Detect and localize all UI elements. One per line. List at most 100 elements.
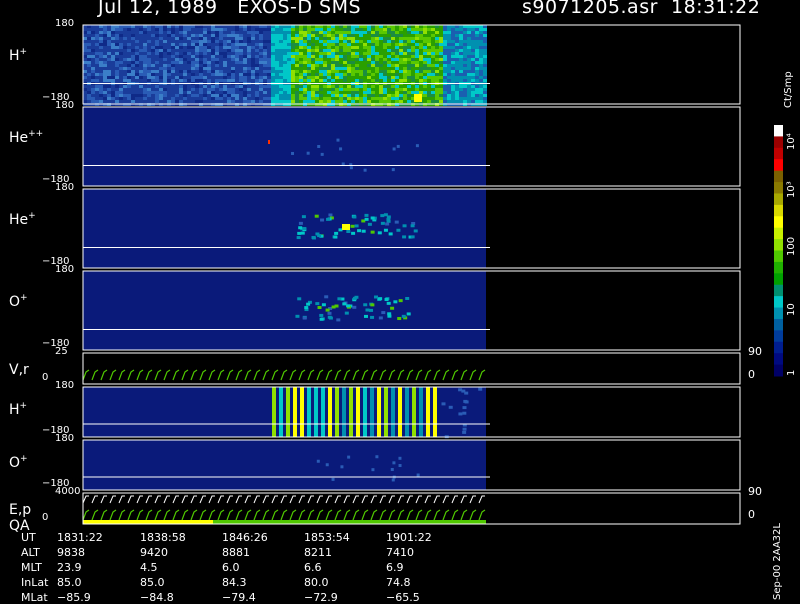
h-plus-cell xyxy=(167,61,171,64)
h-plus-cell xyxy=(163,100,167,103)
h-plus-cell xyxy=(119,37,123,40)
h-plus-cell xyxy=(199,61,203,64)
h-plus-2-bar xyxy=(321,387,325,437)
h-plus-cell xyxy=(483,67,487,70)
h-plus-cell xyxy=(239,100,243,103)
he-plus-plus-speck xyxy=(320,152,324,156)
h-plus-cell xyxy=(459,43,463,46)
colorbar-swatch xyxy=(774,227,783,240)
h-plus-cell xyxy=(163,88,167,91)
h-plus-cell xyxy=(395,88,399,91)
h-plus-cell xyxy=(103,94,107,97)
h-plus-cell xyxy=(199,100,203,103)
h-plus-cell xyxy=(367,37,371,40)
h-plus-cell xyxy=(251,100,255,103)
h-plus-cell xyxy=(355,34,359,37)
h-plus-cell xyxy=(251,70,255,73)
h-plus-cell xyxy=(135,67,139,70)
h-plus-cell xyxy=(347,34,351,37)
h-plus-cell xyxy=(291,64,295,67)
h-plus-cell xyxy=(267,61,271,64)
h-plus-cell xyxy=(327,67,331,70)
h-plus-cell xyxy=(387,79,391,82)
h-plus-cell xyxy=(287,34,291,37)
h-plus-cell xyxy=(111,91,115,94)
h-plus-cell xyxy=(395,76,399,79)
h-plus-cell xyxy=(299,64,303,67)
h-plus-cell xyxy=(179,49,183,52)
h-plus-cell xyxy=(115,46,119,49)
h-plus-cell xyxy=(143,49,147,52)
h-plus-cell xyxy=(239,76,243,79)
h-plus-cell xyxy=(419,85,423,88)
h-plus-cell xyxy=(115,31,119,34)
h-plus-cell xyxy=(203,67,207,70)
h-plus-cell xyxy=(279,91,283,94)
h-plus-cell xyxy=(287,61,291,64)
colorbar-swatch xyxy=(774,296,783,309)
h-plus-cell xyxy=(283,88,287,91)
h-plus-cell xyxy=(299,58,303,61)
h-plus-cell xyxy=(471,91,475,94)
h-plus-cell xyxy=(291,97,295,100)
h-plus-cell xyxy=(135,49,139,52)
o-plus-blob xyxy=(374,295,379,299)
h-plus-cell xyxy=(255,67,259,70)
h-plus-cell xyxy=(155,70,159,73)
h-plus-cell xyxy=(411,58,415,61)
h-plus-cell xyxy=(147,55,151,58)
orbit-value: 8881 xyxy=(222,546,250,559)
h-plus-cell xyxy=(407,94,411,97)
h-plus-cell xyxy=(191,43,195,46)
o-plus-blob xyxy=(327,315,332,319)
h-plus-cell xyxy=(103,37,107,40)
h-plus-cell xyxy=(303,34,307,37)
h-plus-cell xyxy=(443,97,447,100)
h-plus-cell xyxy=(223,46,227,49)
h-plus-cell xyxy=(391,49,395,52)
h-plus-cell xyxy=(143,97,147,100)
h-plus-cell xyxy=(203,91,207,94)
h-plus-cell xyxy=(335,85,339,88)
h-plus-cell xyxy=(295,76,299,79)
h-plus-cell xyxy=(163,43,167,46)
h-plus-cell xyxy=(315,97,319,100)
v-r-right-top: 90 xyxy=(748,345,762,358)
h-plus-cell xyxy=(239,49,243,52)
h-plus-2-speck xyxy=(464,391,469,395)
h-plus-cell xyxy=(99,76,103,79)
h-plus-cell xyxy=(227,34,231,37)
he-plus-blob xyxy=(410,235,415,239)
o-plus-blob xyxy=(386,301,391,305)
he-plus-plus-speck xyxy=(391,168,395,172)
h-plus-cell xyxy=(151,37,155,40)
h-plus-cell xyxy=(367,70,371,73)
h-plus-cell xyxy=(83,34,87,37)
h-plus-cell xyxy=(267,64,271,67)
h-plus-cell xyxy=(235,67,239,70)
h-plus-cell xyxy=(167,49,171,52)
h-plus-cell xyxy=(151,88,155,91)
orbit-value: 7410 xyxy=(386,546,414,559)
h-plus-cell xyxy=(243,34,247,37)
h-plus-cell xyxy=(103,100,107,103)
o-plus-blob xyxy=(315,302,320,306)
h-plus-cell xyxy=(119,34,123,37)
h-plus-cell xyxy=(279,52,283,55)
h-plus-cell xyxy=(87,91,91,94)
h-plus-cell xyxy=(443,88,447,91)
h-plus-cell xyxy=(423,55,427,58)
h-plus-cell xyxy=(299,67,303,70)
h-plus-cell xyxy=(211,91,215,94)
h-plus-cell xyxy=(383,88,387,91)
h-plus-cell xyxy=(283,100,287,103)
h-plus-cell xyxy=(279,34,283,37)
h-plus-cell xyxy=(375,40,379,43)
h-plus-cell xyxy=(407,46,411,49)
h-plus-cell xyxy=(287,28,291,31)
h-plus-cell xyxy=(231,58,235,61)
orbit-value: 6.6 xyxy=(304,561,322,574)
h-plus-cell xyxy=(443,55,447,58)
h-plus-cell xyxy=(363,73,367,76)
h-plus-cell xyxy=(455,52,459,55)
